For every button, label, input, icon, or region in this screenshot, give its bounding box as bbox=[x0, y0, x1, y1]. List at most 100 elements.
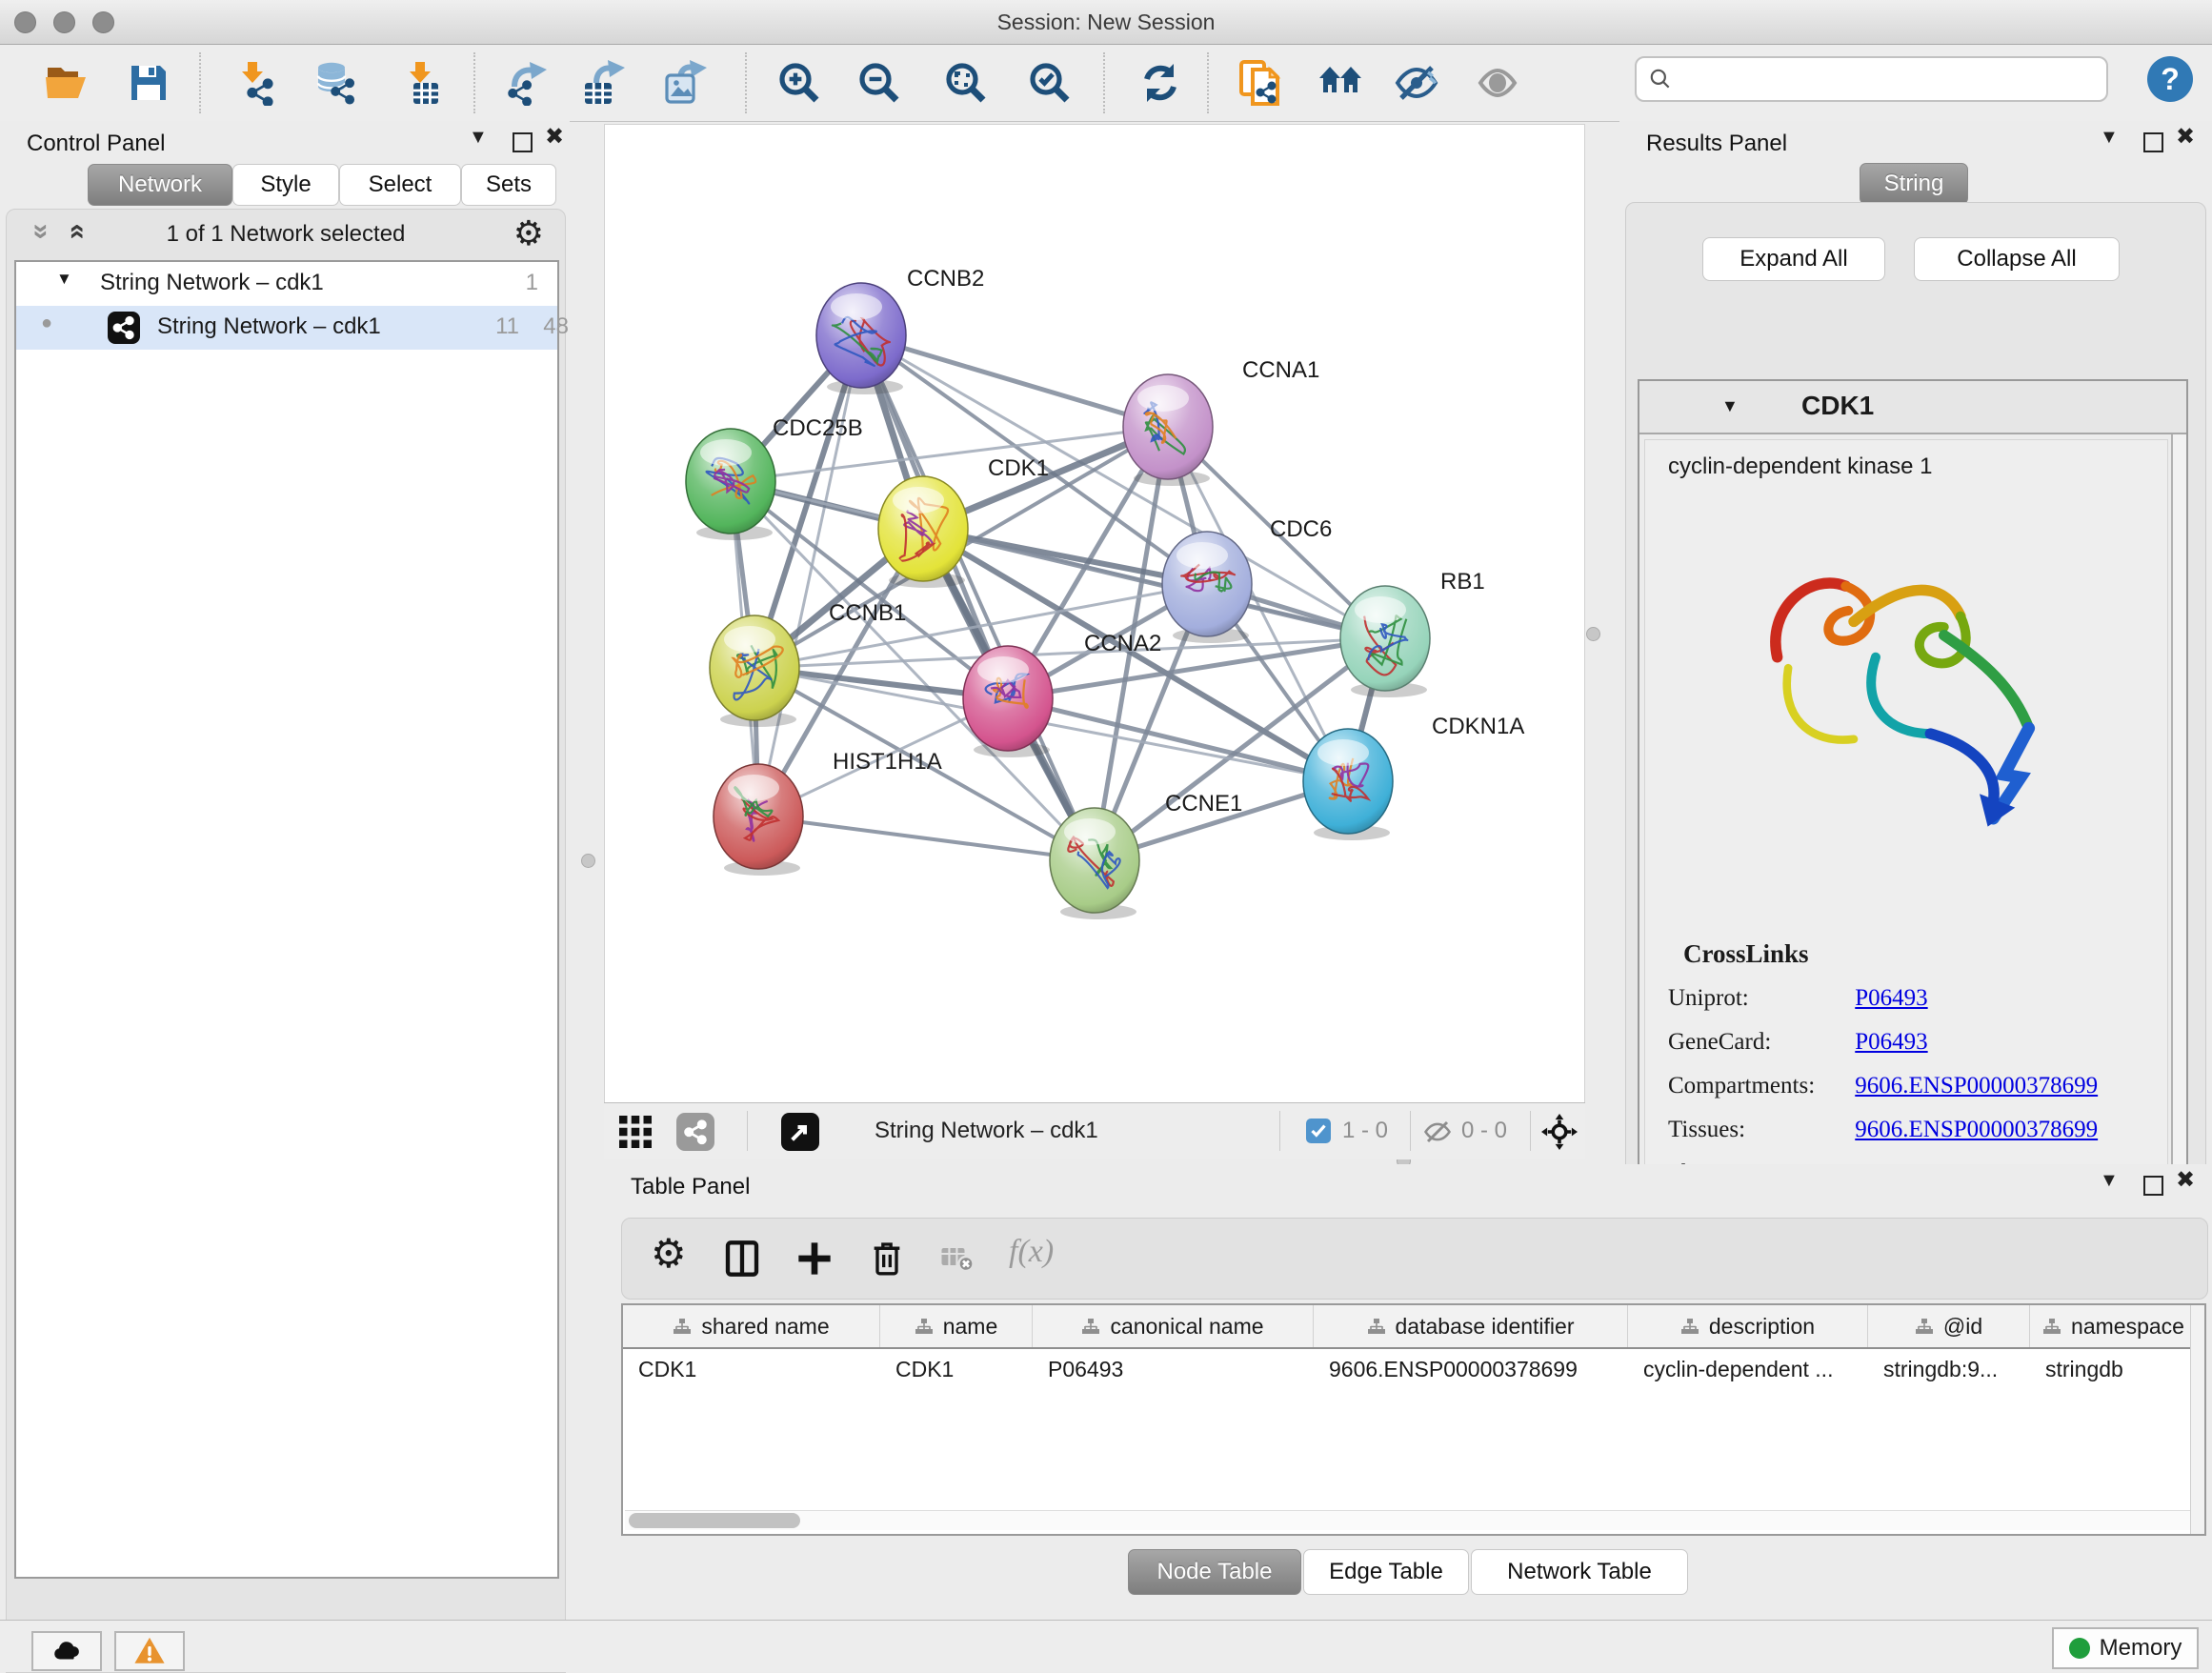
import-network-from-file-icon[interactable] bbox=[232, 60, 278, 106]
zoom-out-icon[interactable] bbox=[856, 60, 902, 106]
panel-close-icon[interactable]: ✖ bbox=[2176, 1159, 2195, 1202]
expand-all-button[interactable]: Expand All bbox=[1702, 237, 1885, 281]
help-icon[interactable]: ? bbox=[2147, 56, 2193, 102]
node-table[interactable]: shared name name canonical name database… bbox=[621, 1303, 2206, 1536]
hierarchy-icon bbox=[1367, 1318, 1386, 1335]
crosslink-link[interactable]: P06493 bbox=[1855, 1029, 1927, 1055]
save-session-icon[interactable] bbox=[126, 60, 171, 106]
main-toolbar: ? bbox=[0, 45, 2212, 122]
tab-style[interactable]: Style bbox=[232, 164, 339, 206]
crosslink-link[interactable]: 9606.ENSP00000378699 bbox=[1855, 1073, 2098, 1099]
panel-float-icon[interactable] bbox=[2143, 1176, 2163, 1196]
table-vertical-scrollbar[interactable] bbox=[2190, 1305, 2204, 1534]
column-header[interactable]: database identifier bbox=[1314, 1305, 1628, 1347]
panel-menu-icon[interactable]: ▼ bbox=[2100, 115, 2119, 159]
gear-icon[interactable]: ⚙ bbox=[513, 213, 544, 253]
table-gear-icon[interactable]: ⚙ bbox=[651, 1230, 687, 1277]
memory-button[interactable]: Memory bbox=[2052, 1627, 2199, 1669]
crosslink-label: Tissues: bbox=[1645, 1117, 1849, 1143]
network-row-selected[interactable]: ● String Network – cdk1 11 48 bbox=[16, 306, 557, 350]
hide-graphics-details-icon[interactable] bbox=[1394, 60, 1439, 106]
column-label: shared name bbox=[701, 1314, 829, 1340]
column-label: database identifier bbox=[1396, 1314, 1575, 1340]
zoom-in-icon[interactable] bbox=[776, 60, 822, 106]
network-view-toolbar: String Network – cdk1 1 - 0 0 - 0 bbox=[604, 1102, 1585, 1159]
selected-checkbox-icon[interactable] bbox=[1306, 1119, 1331, 1143]
show-columns-icon[interactable] bbox=[723, 1240, 761, 1278]
export-image-icon[interactable] bbox=[661, 60, 707, 106]
tab-network-table[interactable]: Network Table bbox=[1471, 1549, 1688, 1595]
hierarchy-icon bbox=[1081, 1318, 1100, 1335]
panel-float-icon[interactable] bbox=[513, 132, 533, 152]
import-table-from-file-icon[interactable] bbox=[398, 60, 444, 106]
svg-text:CCNE1: CCNE1 bbox=[1165, 791, 1242, 816]
export-network-icon[interactable] bbox=[505, 60, 551, 106]
add-column-icon[interactable] bbox=[795, 1240, 834, 1278]
search-input[interactable] bbox=[1682, 66, 2095, 92]
results-panel-title: Results Panel bbox=[1646, 131, 1787, 157]
zoom-selected-icon[interactable] bbox=[1027, 60, 1073, 106]
warning-icon[interactable] bbox=[114, 1631, 185, 1671]
fit-content-icon[interactable] bbox=[943, 60, 989, 106]
eye-icon[interactable] bbox=[1475, 60, 1520, 106]
tab-string[interactable]: String bbox=[1860, 163, 1968, 205]
column-header[interactable]: namespace bbox=[2030, 1305, 2197, 1347]
panel-float-icon[interactable] bbox=[2143, 132, 2163, 152]
panel-close-icon[interactable]: ✖ bbox=[545, 115, 564, 159]
hidden-count: 0 - 0 bbox=[1461, 1103, 1507, 1159]
panel-close-icon[interactable]: ✖ bbox=[2176, 115, 2195, 159]
gene-detail-card: ▼ CDK1 cyclin-dependent kinase 1 bbox=[1638, 379, 2188, 1174]
network-label: String Network – cdk1 bbox=[157, 313, 381, 340]
tab-select[interactable]: Select bbox=[339, 164, 461, 206]
column-header[interactable]: name bbox=[880, 1305, 1033, 1347]
gene-header[interactable]: ▼ CDK1 bbox=[1639, 381, 2186, 434]
column-header[interactable]: shared name bbox=[623, 1305, 880, 1347]
results-scrollbar[interactable] bbox=[2171, 434, 2186, 1172]
svg-text:CDK1: CDK1 bbox=[988, 455, 1049, 481]
network-tree: ▼ String Network – cdk1 1 ● String Netwo… bbox=[14, 260, 559, 1579]
open-in-new-window-icon[interactable] bbox=[781, 1113, 819, 1151]
tab-edge-table[interactable]: Edge Table bbox=[1303, 1549, 1469, 1595]
share-view-icon[interactable] bbox=[676, 1113, 714, 1151]
first-neighbors-icon[interactable] bbox=[1318, 60, 1364, 106]
crosslink-link[interactable]: P06493 bbox=[1855, 985, 1927, 1011]
duplicate-network-icon[interactable] bbox=[1237, 60, 1283, 106]
export-table-icon[interactable] bbox=[581, 60, 627, 106]
toolbar-separator bbox=[1207, 52, 1209, 113]
network-collection-row[interactable]: ▼ String Network – cdk1 1 bbox=[16, 262, 557, 306]
cloud-icon[interactable] bbox=[31, 1631, 102, 1671]
string-network-graph[interactable]: CCNB2CCNA1CDC25BCDK1CDC6RB1CCNB1CCNA2CDK… bbox=[605, 125, 1584, 1102]
svg-text:HIST1H1A: HIST1H1A bbox=[833, 749, 942, 775]
refresh-icon[interactable] bbox=[1137, 60, 1183, 106]
vertical-splitter-handle-right[interactable] bbox=[1586, 627, 1600, 641]
panel-menu-icon[interactable]: ▼ bbox=[2100, 1159, 2119, 1202]
tab-node-table[interactable]: Node Table bbox=[1128, 1549, 1301, 1595]
column-header[interactable]: canonical name bbox=[1033, 1305, 1314, 1347]
vertical-splitter-handle-left[interactable] bbox=[581, 854, 595, 868]
open-file-icon[interactable] bbox=[44, 60, 90, 106]
delete-column-icon[interactable] bbox=[868, 1240, 906, 1278]
svg-text:CDC6: CDC6 bbox=[1270, 516, 1332, 542]
network-view-title: String Network – cdk1 bbox=[875, 1103, 1098, 1159]
scrollbar-thumb[interactable] bbox=[629, 1513, 800, 1528]
tree-collapse-icon[interactable]: ▼ bbox=[56, 270, 72, 289]
column-header[interactable]: @id bbox=[1868, 1305, 2030, 1347]
panel-menu-icon[interactable]: ▼ bbox=[469, 115, 488, 159]
pan-crosshair-icon[interactable] bbox=[1541, 1114, 1578, 1150]
function-builder-icon-disabled: f(x) bbox=[1009, 1234, 1054, 1270]
table-horizontal-scrollbar[interactable] bbox=[625, 1510, 2193, 1530]
memory-status-dot bbox=[2069, 1638, 2090, 1659]
hidden-eye-icon[interactable] bbox=[1423, 1118, 1452, 1146]
network-view-canvas[interactable]: CCNB2CCNA1CDC25BCDK1CDC6RB1CCNB1CCNA2CDK… bbox=[604, 124, 1585, 1103]
crosslinks-heading: CrossLinks bbox=[1645, 939, 2167, 985]
birds-eye-view-icon[interactable] bbox=[619, 1116, 652, 1148]
gene-collapse-icon[interactable]: ▼ bbox=[1721, 396, 1739, 416]
column-header[interactable]: description bbox=[1628, 1305, 1868, 1347]
tab-sets[interactable]: Sets bbox=[461, 164, 556, 206]
import-network-from-database-icon[interactable] bbox=[312, 60, 358, 106]
toolbar-search bbox=[1635, 56, 2108, 102]
crosslink-link[interactable]: 9606.ENSP00000378699 bbox=[1855, 1117, 2098, 1142]
collapse-all-button[interactable]: Collapse All bbox=[1914, 237, 2120, 281]
table-row[interactable]: CDK1 CDK1 P06493 9606.ENSP00000378699 cy… bbox=[623, 1349, 2204, 1391]
tab-network[interactable]: Network bbox=[88, 164, 232, 206]
